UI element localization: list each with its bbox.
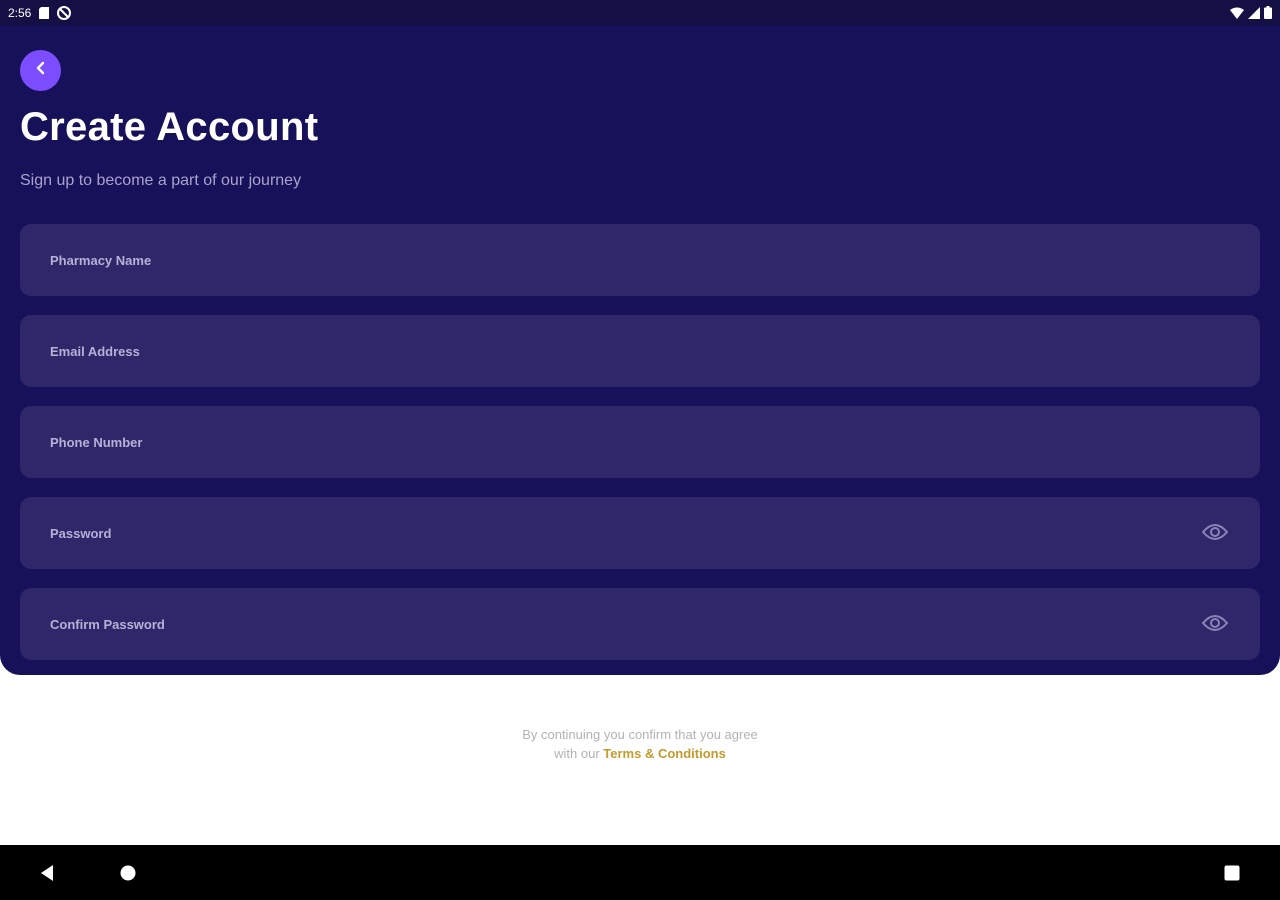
pharmacy-name-input[interactable] bbox=[20, 224, 1260, 296]
email-field[interactable] bbox=[20, 315, 1260, 387]
password-field[interactable] bbox=[20, 497, 1260, 569]
email-input[interactable] bbox=[20, 315, 1260, 387]
confirm-password-field[interactable] bbox=[20, 588, 1260, 660]
square-recents-icon[interactable] bbox=[1218, 859, 1246, 887]
triangle-back-icon[interactable] bbox=[33, 859, 61, 887]
navigation-bar bbox=[0, 845, 1280, 900]
status-time: 2:56 bbox=[8, 5, 32, 20]
terms-notice: By continuing you confirm that you agree… bbox=[0, 725, 1280, 763]
sd-card-icon bbox=[39, 6, 50, 19]
back-button[interactable] bbox=[20, 50, 61, 91]
terms-link[interactable]: Terms & Conditions bbox=[603, 746, 726, 761]
terms-line-2: with our Terms & Conditions bbox=[0, 744, 1280, 763]
confirm-password-input[interactable] bbox=[20, 588, 1260, 660]
no-sync-icon bbox=[57, 5, 72, 20]
eye-icon[interactable] bbox=[1202, 613, 1228, 633]
page-subtitle: Sign up to become a part of our journey bbox=[20, 172, 302, 189]
password-input[interactable] bbox=[20, 497, 1260, 569]
battery-icon bbox=[1264, 6, 1272, 19]
terms-prefix: with our bbox=[554, 746, 600, 761]
page-title: Create Account bbox=[20, 105, 319, 149]
phone-field[interactable] bbox=[20, 406, 1260, 478]
wifi-icon bbox=[1230, 7, 1244, 19]
signal-icon bbox=[1248, 6, 1260, 19]
eye-icon[interactable] bbox=[1202, 522, 1228, 542]
terms-line-1: By continuing you confirm that you agree bbox=[522, 727, 758, 742]
phone-input[interactable] bbox=[20, 406, 1260, 478]
status-bar: 2:56 bbox=[0, 0, 1280, 25]
pharmacy-name-field[interactable] bbox=[20, 224, 1260, 296]
circle-home-icon[interactable] bbox=[114, 859, 142, 887]
chevron-left-icon bbox=[35, 61, 47, 80]
signup-panel: Create Account Sign up to become a part … bbox=[0, 25, 1280, 675]
